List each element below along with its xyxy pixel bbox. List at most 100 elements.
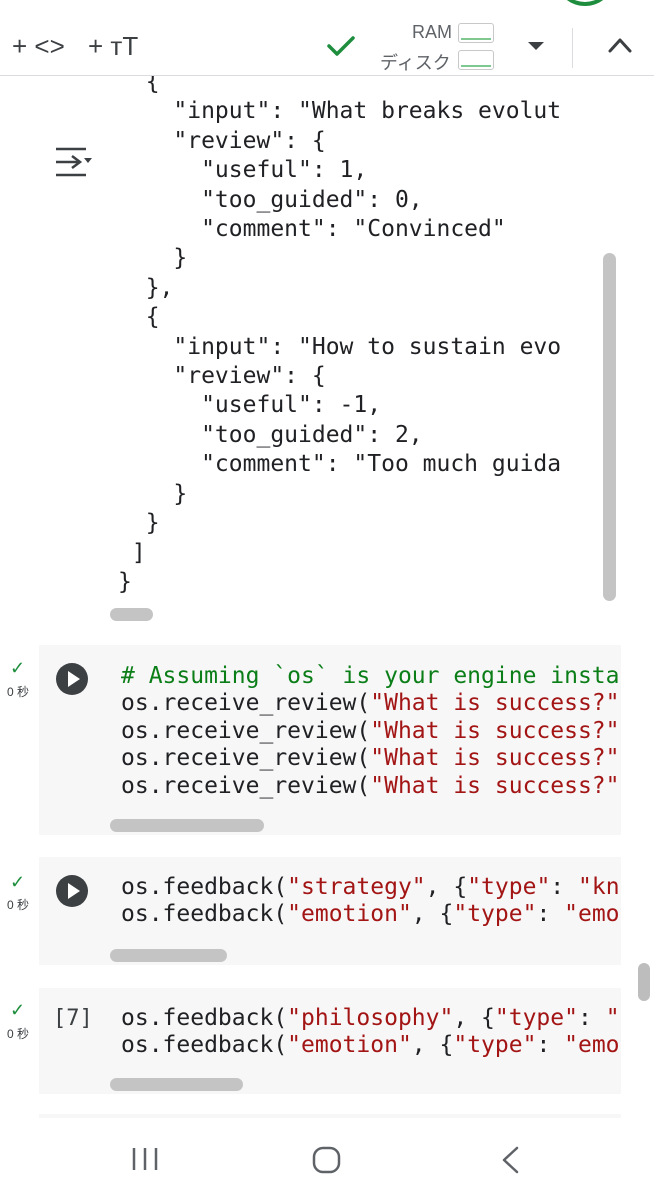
code-line[interactable]: os.feedback("emotion", {"type": "emoti: [121, 900, 621, 927]
code-token: "type": [453, 901, 537, 928]
execution-count: [7]: [53, 1006, 93, 1031]
cell-status-check-icon: ✓: [10, 658, 26, 678]
toolbar-divider: [572, 28, 573, 68]
chevron-down-icon[interactable]: [526, 40, 546, 52]
output-horizontal-scrollbar[interactable]: [110, 608, 153, 621]
code-token: :: [577, 1005, 606, 1031]
code-token: os.feedback(: [121, 874, 288, 900]
code-token: , {: [411, 901, 454, 928]
code-token: "strategy": [287, 874, 426, 900]
code-token: "kr: [605, 1005, 621, 1031]
cell-code[interactable]: os.feedback("strategy", {"type": "knowos…: [121, 873, 621, 928]
code-token: os.receive_review(: [121, 690, 371, 717]
output-line: ]: [118, 539, 146, 566]
code-cell[interactable]: [7] os.feedback("philosophy", {"type": "…: [39, 988, 621, 1094]
output-line: "too_guided": 2,: [118, 421, 423, 448]
code-token: "type": [494, 1005, 578, 1031]
chevron-up-icon[interactable]: [607, 36, 633, 54]
add-text-cell-button[interactable]: + тT: [88, 30, 138, 62]
code-token: os.receive_review(: [121, 717, 371, 744]
output-line: "useful": -1,: [118, 392, 382, 419]
code-token: :: [536, 1032, 565, 1059]
cell-exec-time: 0 秒: [7, 685, 30, 699]
notebook-toolbar: + <> + тT RAM ディスク: [0, 0, 654, 76]
code-token: "What is success?": [370, 745, 620, 772]
code-token: "emotion": [287, 1032, 412, 1059]
output-line: }: [118, 480, 188, 507]
output-line: "too_guided": 0,: [118, 186, 423, 213]
code-token: :: [550, 874, 578, 900]
output-line: "comment": "Convinced": [118, 216, 506, 243]
code-token: "type": [467, 874, 551, 900]
output-actions-icon[interactable]: [54, 146, 94, 178]
run-cell-button[interactable]: [56, 663, 88, 695]
code-token: os.feedback(: [121, 1032, 288, 1059]
code-token: , {: [411, 1032, 454, 1059]
output-line: {: [118, 76, 160, 95]
code-cell[interactable]: os.feedback("strategy", {"type": "knowos…: [39, 857, 621, 965]
output-line: },: [118, 274, 174, 301]
code-line[interactable]: os.feedback("philosophy", {"type": "kr: [121, 1004, 621, 1031]
home-icon[interactable]: [312, 1146, 342, 1174]
disk-meter: [458, 50, 494, 70]
cell-code[interactable]: os.feedback("philosophy", {"type": "kros…: [121, 1004, 621, 1059]
code-token: ,: [620, 773, 622, 799]
code-token: ,: [620, 718, 622, 744]
code-token: "know: [578, 874, 621, 900]
code-token: , {: [453, 1005, 495, 1031]
output-line: "comment": "Too much guida: [118, 451, 562, 478]
code-token: os.receive_review(: [121, 745, 371, 772]
disk-label: ディスク: [380, 53, 451, 73]
code-token: "type": [453, 1032, 537, 1059]
cell-status-check-icon: ✓: [10, 1000, 26, 1020]
cell-horizontal-scrollbar[interactable]: [110, 949, 227, 962]
output-line: }: [118, 568, 132, 595]
code-cell[interactable]: # Assuming `os` is your engine instanc os…: [39, 645, 621, 835]
code-token: os.receive_review(: [121, 772, 371, 799]
system-nav-bar: [0, 1118, 654, 1200]
add-code-cell-button[interactable]: + <>: [12, 30, 65, 62]
cell-exec-time: 0 秒: [7, 1027, 30, 1041]
output-line: "input": "How to sustain evo: [118, 333, 562, 360]
output-line: "input": "What breaks evolut: [118, 98, 562, 125]
output-line: "review": {: [118, 127, 326, 154]
cell-horizontal-scrollbar[interactable]: [110, 819, 264, 832]
code-token: , {: [425, 874, 468, 900]
code-token: ,: [620, 745, 622, 771]
code-token: os.feedback(: [121, 1005, 288, 1031]
output-line: }: [118, 510, 160, 537]
code-line[interactable]: os.receive_review("What is success?",: [121, 772, 621, 799]
cell-status-check-icon: ✓: [10, 872, 26, 892]
page-scrollbar[interactable]: [638, 963, 650, 1001]
code-line[interactable]: # Assuming `os` is your engine instanc: [121, 662, 621, 689]
cell-output: { "input": "What breaks evolut "review":…: [0, 76, 654, 616]
ram-label: RAM: [412, 22, 452, 42]
code-line[interactable]: os.receive_review("What is success?",: [121, 689, 621, 716]
output-line: }: [118, 245, 188, 272]
check-icon[interactable]: [326, 34, 356, 58]
cell-code[interactable]: # Assuming `os` is your engine instanc os…: [121, 662, 621, 799]
code-line[interactable]: os.feedback("strategy", {"type": "know: [121, 873, 621, 900]
ram-meter: [458, 23, 494, 43]
cell-horizontal-scrollbar[interactable]: [110, 1078, 243, 1091]
code-token: # Assuming `os` is your engine instanc: [121, 663, 621, 689]
colab-logo-icon: [558, 0, 612, 6]
code-token: "What is success?": [370, 717, 620, 744]
recent-apps-icon[interactable]: [130, 1146, 160, 1172]
run-cell-button[interactable]: [56, 875, 88, 907]
cell-exec-time: 0 秒: [7, 898, 30, 912]
code-line[interactable]: os.feedback("emotion", {"type": "emoti: [121, 1031, 621, 1058]
code-token: "emoti: [564, 901, 621, 928]
back-icon[interactable]: [498, 1146, 522, 1174]
output-line: {: [118, 304, 160, 331]
code-token: "emotion": [287, 901, 412, 928]
code-token: :: [536, 901, 565, 928]
code-token: os.feedback(: [121, 901, 288, 928]
code-line[interactable]: os.receive_review("What is success?",: [121, 717, 621, 744]
code-line[interactable]: os.receive_review("What is success?",: [121, 744, 621, 771]
code-token: "philosophy": [287, 1005, 454, 1031]
output-line: "review": {: [118, 363, 326, 390]
code-token: ,: [620, 690, 622, 716]
output-vertical-scrollbar[interactable]: [603, 253, 616, 601]
code-token: "What is success?": [370, 690, 620, 717]
